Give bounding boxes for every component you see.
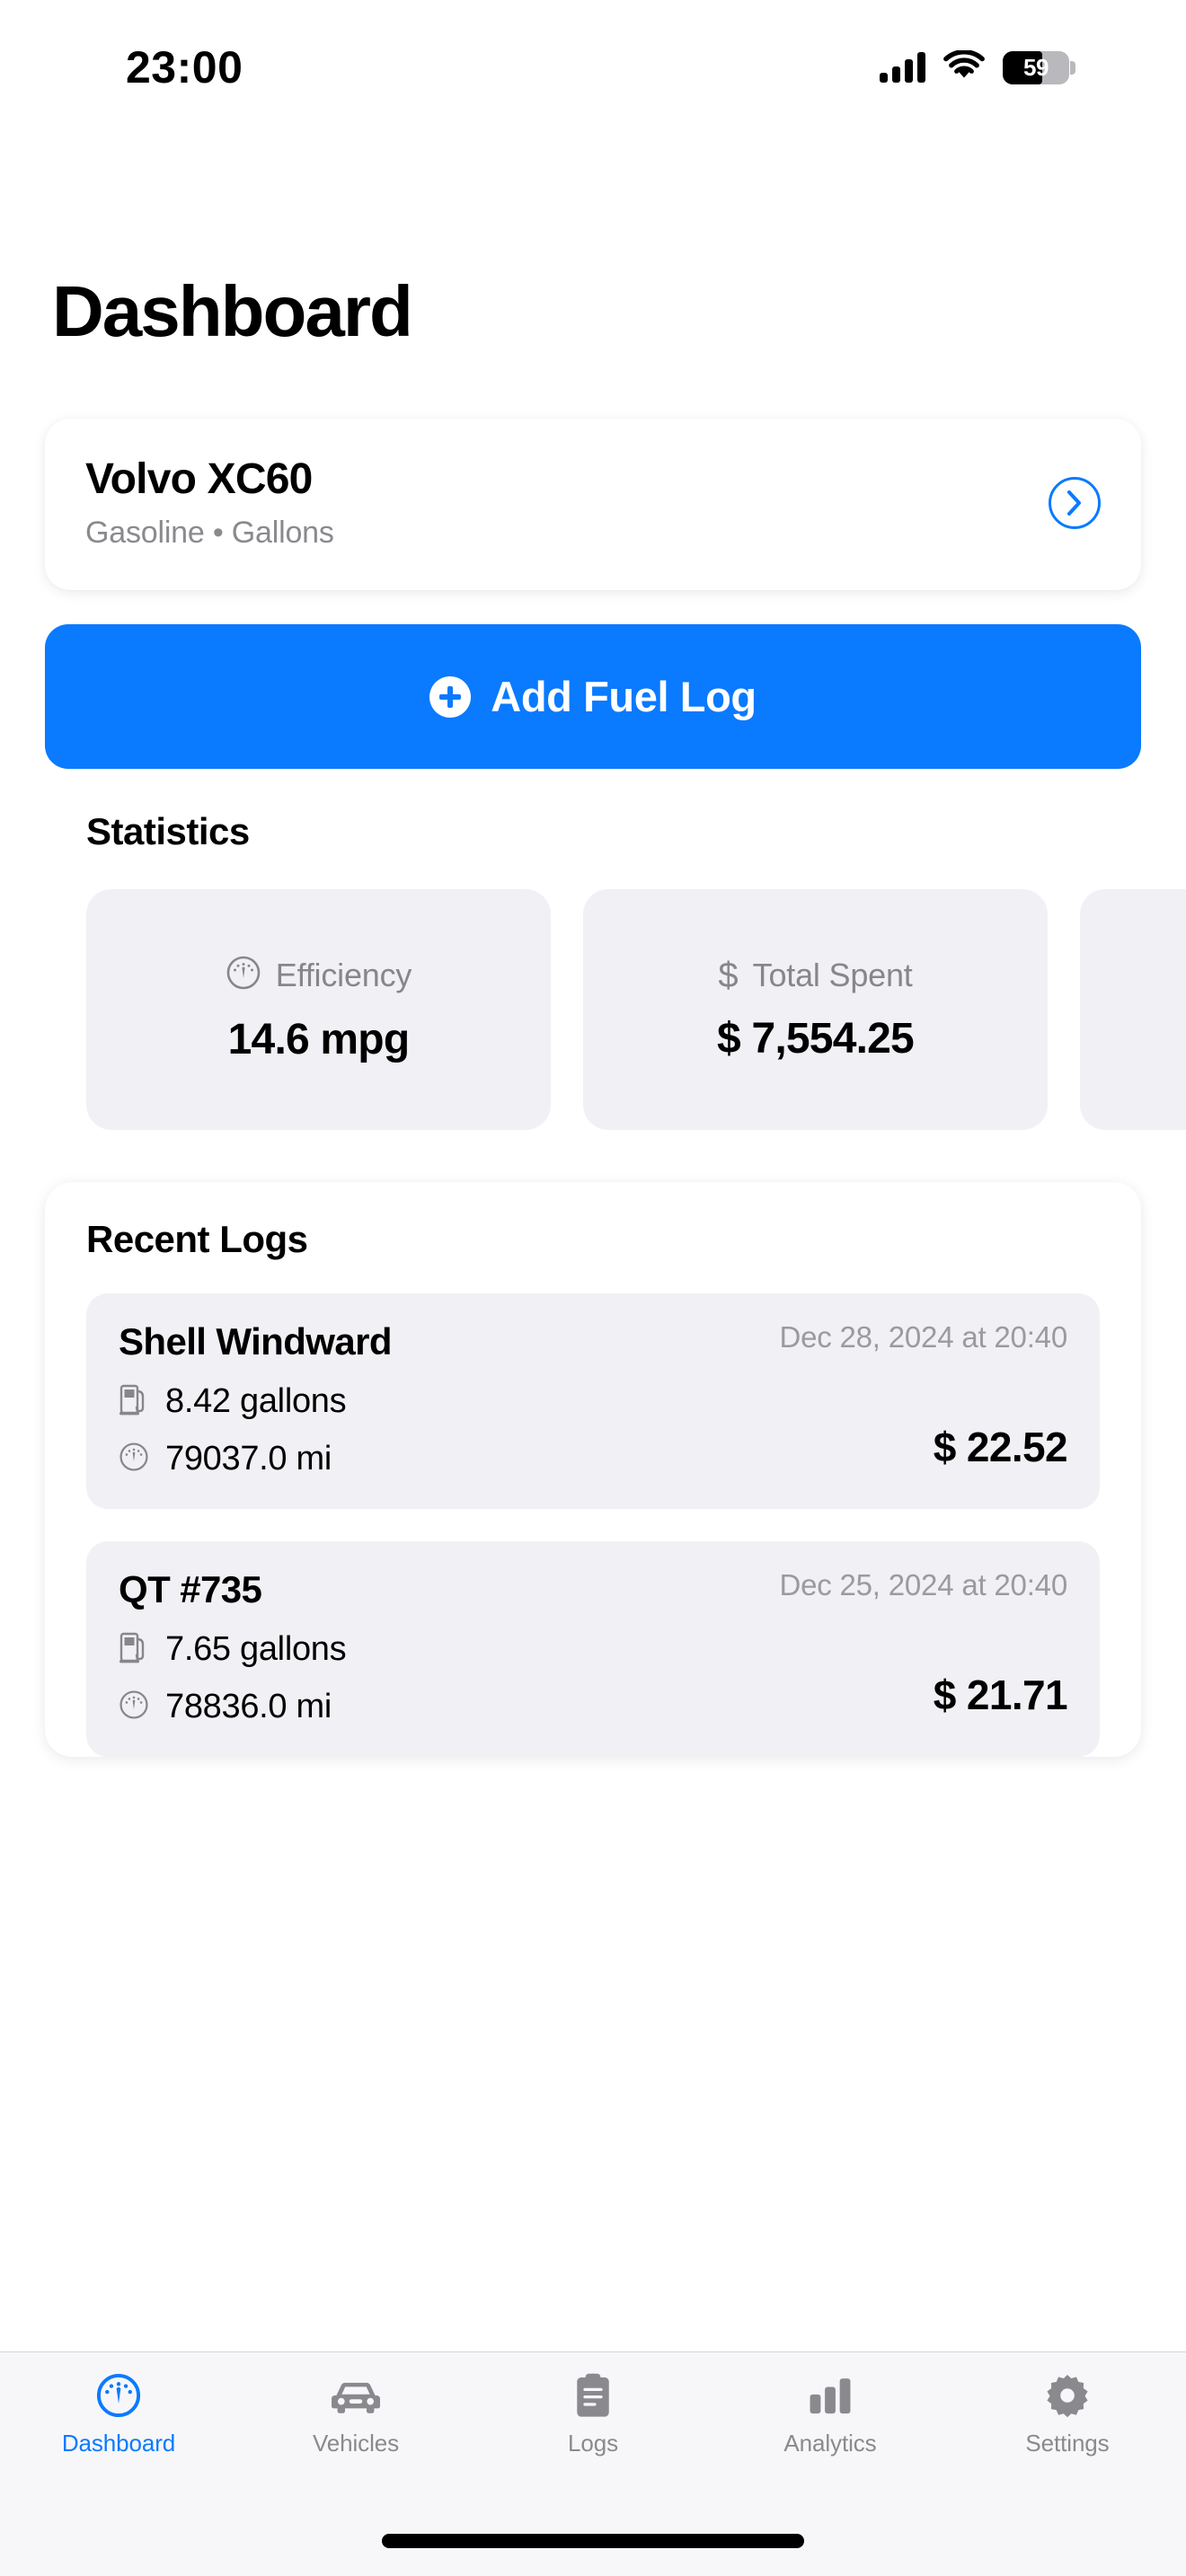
tab-bar[interactable]: Dashboard Vehicles Logs Analytics Settin… xyxy=(0,2351,1186,2506)
tab-label: Settings xyxy=(1025,2430,1110,2457)
log-station-name: QT #735 xyxy=(119,1568,262,1611)
vehicle-card[interactable]: Volvo XC60 Gasoline • Gallons xyxy=(45,419,1141,591)
fuel-pump-icon xyxy=(119,1382,149,1421)
recent-logs-title: Recent Logs xyxy=(86,1218,308,1261)
log-item[interactable]: Shell Windward 8.42 gallons 79037.0 mi D… xyxy=(86,1293,1100,1510)
vehicle-subtitle: Gasoline • Gallons xyxy=(85,516,334,551)
tab-dashboard[interactable]: Dashboard xyxy=(0,2370,237,2457)
stat-card-next[interactable] xyxy=(1080,889,1186,1131)
plus-circle-icon xyxy=(429,675,472,718)
gauge-icon xyxy=(95,2370,142,2421)
log-gallons-row: 7.65 gallons xyxy=(119,1630,347,1669)
log-price: $ 21.71 xyxy=(933,1672,1068,1719)
page-title: Dashboard xyxy=(52,271,413,351)
status-time: 23:00 xyxy=(126,42,243,93)
fuel-pump-icon xyxy=(119,1630,149,1669)
log-date: Dec 25, 2024 at 20:40 xyxy=(779,1568,1067,1602)
tab-label: Dashboard xyxy=(61,2430,176,2457)
log-item[interactable]: QT #735 7.65 gallons 78836.0 mi Dec 25, … xyxy=(86,1541,1100,1758)
add-fuel-log-label: Add Fuel Log xyxy=(491,673,757,721)
log-odometer: 79037.0 mi xyxy=(165,1440,332,1478)
log-summary: Dec 28, 2024 at 20:40 $ 22.52 xyxy=(779,1320,1067,1478)
stat-card-total-spent[interactable]: $ Total Spent $ 7,554.25 xyxy=(583,889,1048,1131)
tab-analytics[interactable]: Analytics xyxy=(712,2370,949,2457)
battery-icon: 59 xyxy=(1003,50,1075,84)
tab-label: Analytics xyxy=(783,2430,877,2457)
log-gallons: 8.42 gallons xyxy=(165,1382,347,1421)
log-summary: Dec 25, 2024 at 20:40 $ 21.71 xyxy=(779,1568,1067,1726)
tab-label: Logs xyxy=(568,2430,618,2457)
tab-vehicles[interactable]: Vehicles xyxy=(237,2370,474,2457)
bar-chart-icon xyxy=(807,2370,854,2421)
tab-settings[interactable]: Settings xyxy=(949,2370,1186,2457)
car-icon xyxy=(329,2370,383,2421)
battery-level: 59 xyxy=(1023,53,1049,81)
cellular-signal-icon xyxy=(880,52,925,83)
log-gallons-row: 8.42 gallons xyxy=(119,1382,392,1421)
home-indicator-area xyxy=(0,2506,1186,2576)
log-odometer: 78836.0 mi xyxy=(165,1688,332,1726)
clipboard-icon xyxy=(572,2370,614,2421)
add-fuel-log-button[interactable]: Add Fuel Log xyxy=(45,624,1141,770)
status-indicators: 59 xyxy=(880,49,1075,85)
stat-value: 14.6 mpg xyxy=(227,1016,410,1064)
log-details: QT #735 7.65 gallons 78836.0 mi xyxy=(119,1568,347,1726)
vehicle-name: Volvo XC60 xyxy=(85,455,313,503)
gauge-icon xyxy=(226,955,261,995)
log-price: $ 22.52 xyxy=(933,1424,1068,1471)
home-indicator[interactable] xyxy=(382,2534,804,2548)
stat-card-efficiency[interactable]: Efficiency 14.6 mpg xyxy=(86,889,551,1131)
vehicle-info: Volvo XC60 Gasoline • Gallons xyxy=(85,454,334,551)
main-content: Dashboard Volvo XC60 Gasoline • Gallons … xyxy=(0,135,1186,2351)
statistics-section-title: Statistics xyxy=(86,810,250,853)
log-odometer-row: 78836.0 mi xyxy=(119,1688,346,1726)
gear-icon xyxy=(1044,2370,1091,2421)
log-date: Dec 28, 2024 at 20:40 xyxy=(779,1320,1067,1354)
log-details: Shell Windward 8.42 gallons 79037.0 mi xyxy=(119,1320,393,1478)
log-station-name: Shell Windward xyxy=(119,1320,393,1363)
stat-label: Total Spent xyxy=(752,956,913,993)
log-gallons: 7.65 gallons xyxy=(165,1630,347,1669)
stat-label: Efficiency xyxy=(275,956,412,993)
stat-header: Efficiency xyxy=(226,955,412,995)
tab-logs[interactable]: Logs xyxy=(474,2370,712,2457)
log-odometer-row: 79037.0 mi xyxy=(119,1440,392,1478)
gauge-icon xyxy=(119,1441,149,1478)
app-screen: 23:00 59 Dashboard Volvo XC60 Gasoline •… xyxy=(0,0,1186,2576)
status-bar: 23:00 59 xyxy=(0,0,1186,135)
recent-logs-card: Recent Logs Shell Windward 8.42 gallons … xyxy=(45,1182,1141,1758)
stat-value: $ 7,554.25 xyxy=(717,1014,915,1063)
statistics-row[interactable]: Efficiency 14.6 mpg $ Total Spent $ 7,55… xyxy=(86,889,1186,1131)
tab-label: Vehicles xyxy=(312,2430,400,2457)
stat-header: $ Total Spent xyxy=(718,957,912,994)
gauge-icon xyxy=(119,1689,149,1725)
dollar-icon: $ xyxy=(718,955,739,995)
chevron-right-circle-icon[interactable] xyxy=(1049,476,1101,529)
wifi-icon xyxy=(943,49,985,85)
